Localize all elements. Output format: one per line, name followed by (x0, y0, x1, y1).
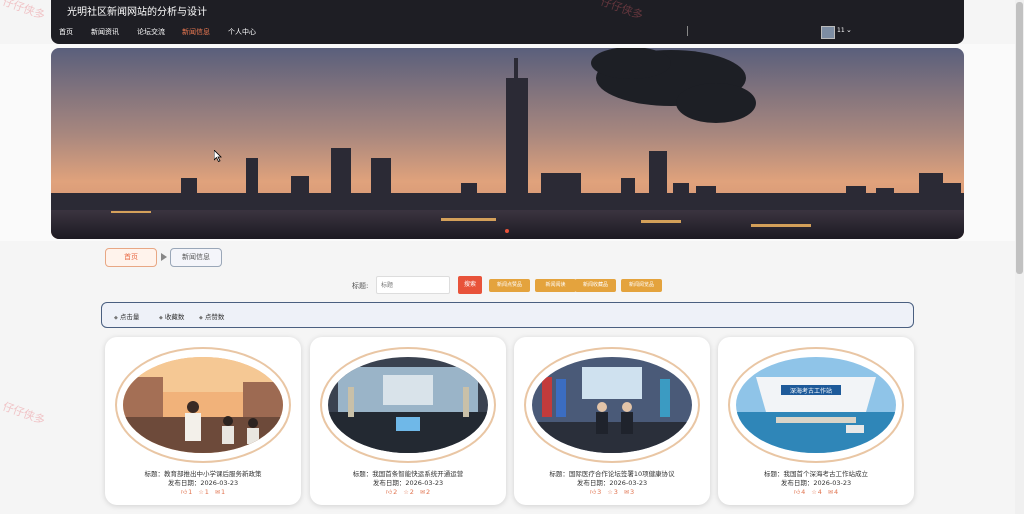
card-stats: 👍︎2 ☆2 ✉2 (310, 488, 506, 496)
card-stats: 👍︎4 ☆4 ✉4 (718, 488, 914, 496)
breadcrumb-home[interactable]: 首页 (105, 248, 157, 267)
filter-button-2[interactable]: 新闻阅读 (535, 279, 576, 292)
thumbs-up-icon: 👍︎ (589, 489, 597, 496)
sort-bar: ◆ 点击量 ◆ 收藏数 ◆ 点赞数 (101, 302, 914, 328)
news-card[interactable]: 标题：教育部推出中小学课后服务新政策 发布日期：2026-03-23 👍︎1 ☆… (105, 337, 301, 505)
watermark-text: 仔仔侠多 (0, 399, 47, 428)
thumbs-up-icon: 👍︎ (180, 489, 188, 496)
breadcrumb-current[interactable]: 新闻信息 (170, 248, 222, 267)
star-icon: ☆ (607, 489, 613, 496)
card-stats: 👍︎3 ☆3 ✉3 (514, 488, 710, 496)
comment-icon: ✉ (419, 489, 425, 496)
nav-item-news[interactable]: 新闻资讯 (91, 27, 119, 37)
sort-arrow-icon: ◆ (159, 315, 163, 321)
station-sign-text: 深海考古工作站 (790, 387, 832, 395)
thumbs-up-icon: 👍︎ (385, 489, 393, 496)
deep-sea-station-image: 深海考古工作站 (736, 357, 896, 453)
site-title: 光明社区新闻网站的分析与设计 (67, 7, 207, 18)
sort-likes-label: 点赞数 (204, 313, 225, 321)
sort-favorites[interactable]: ◆ 收藏数 (159, 311, 184, 321)
comment-icon: ✉ (623, 489, 629, 496)
search-button[interactable]: 搜索 (458, 276, 482, 294)
sort-favorites-label: 收藏数 (164, 313, 185, 321)
likes-count: 3 (597, 488, 602, 496)
sort-arrow-icon: ◆ (114, 315, 118, 321)
card-image[interactable]: 深海考古工作站 (736, 357, 896, 453)
top-bar: 光明社区新闻网站的分析与设计 (51, 0, 964, 20)
card-stats: 👍︎1 ☆1 ✉1 (105, 488, 301, 496)
comments-count: 1 (221, 488, 226, 496)
smart-bus-image (328, 357, 488, 453)
comments-count: 2 (426, 488, 431, 496)
nav-item-forum[interactable]: 论坛交流 (137, 27, 165, 37)
favorites-count: 1 (204, 488, 209, 496)
card-image[interactable] (123, 357, 283, 453)
sort-clicks[interactable]: ◆ 点击量 (114, 311, 139, 321)
chevron-down-icon[interactable]: ⌄ (846, 26, 852, 34)
likes-count: 1 (188, 488, 193, 496)
star-icon: ☆ (198, 489, 204, 496)
likes-count: 4 (801, 488, 806, 496)
classroom-sunset-image (123, 357, 283, 453)
sort-clicks-label: 点击量 (119, 313, 140, 321)
favorites-count: 2 (409, 488, 414, 496)
card-date: 发布日期：2026-03-23 (780, 479, 852, 487)
watermark-text: 仔仔侠多 (0, 0, 47, 23)
breadcrumb-arrow-icon (161, 253, 167, 261)
avatar-icon[interactable] (821, 26, 835, 39)
thumbs-up-icon: 👍︎ (793, 489, 801, 496)
page-scrollbar[interactable] (1015, 0, 1024, 514)
scrollbar-thumb[interactable] (1016, 2, 1023, 274)
favorites-count: 3 (613, 488, 618, 496)
nav-divider (687, 26, 688, 36)
city-skyline-image (51, 48, 964, 239)
search-label: 标题: (352, 282, 369, 290)
nav-item-personal-center[interactable]: 个人中心 (228, 27, 256, 37)
likes-count: 2 (393, 488, 398, 496)
star-icon: ☆ (403, 489, 409, 496)
filter-button-3[interactable]: 新闻收藏品 (575, 279, 616, 292)
news-card[interactable]: 标题：我国首条智能快运系统开通运营 发布日期：2026-03-23 👍︎2 ☆2… (310, 337, 506, 505)
comment-icon: ✉ (214, 489, 220, 496)
mouse-cursor-icon (214, 150, 222, 162)
filter-button-4[interactable]: 新闻阅览品 (621, 279, 662, 292)
news-card[interactable]: 深海考古工作站 标题：我国首个深海考古工作站成立 发布日期：2026-03-23… (718, 337, 914, 505)
card-image[interactable] (328, 357, 488, 453)
main-nav: 首页 新闻资讯 论坛交流 新闻信息 个人中心 11 ⌄ (51, 20, 964, 44)
card-date: 发布日期：2026-03-23 (576, 479, 648, 487)
card-image[interactable] (532, 357, 692, 453)
sort-likes[interactable]: ◆ 点赞数 (199, 311, 224, 321)
sort-arrow-icon: ◆ (199, 315, 203, 321)
star-icon: ☆ (811, 489, 817, 496)
user-name[interactable]: 11 (837, 27, 845, 34)
comments-count: 3 (630, 488, 635, 496)
nav-item-news-info[interactable]: 新闻信息 (182, 27, 210, 37)
card-date: 发布日期：2026-03-23 (167, 479, 239, 487)
favorites-count: 4 (817, 488, 822, 496)
filter-button-1[interactable]: 新闻点赞品 (489, 279, 530, 292)
news-card[interactable]: 标题：国际医疗合作论坛签署10项健康协议 发布日期：2026-03-23 👍︎3… (514, 337, 710, 505)
hero-banner (51, 48, 964, 239)
search-input[interactable] (376, 276, 450, 294)
nav-item-home[interactable]: 首页 (59, 27, 73, 37)
medical-forum-image (532, 357, 692, 453)
comments-count: 4 (834, 488, 839, 496)
card-date: 发布日期：2026-03-23 (372, 479, 444, 487)
comment-icon: ✉ (827, 489, 833, 496)
